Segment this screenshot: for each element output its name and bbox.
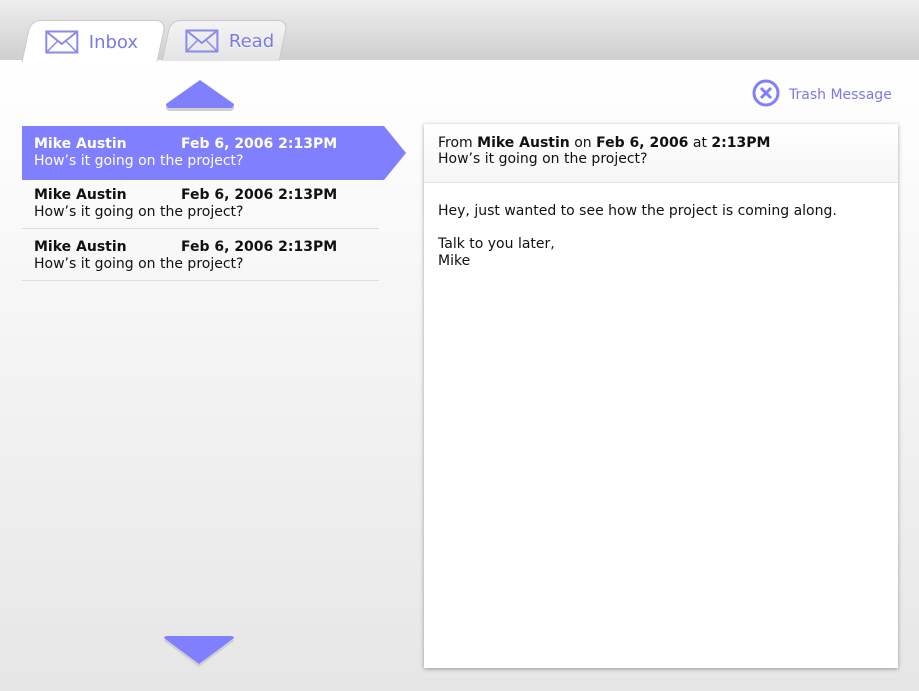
reader-subject: How’s it going on the project? xyxy=(438,151,648,167)
on-word: on xyxy=(574,135,592,151)
body-paragraph: Hey, just wanted to see how the project … xyxy=(438,203,837,219)
message-list-item[interactable]: Mike Austin Feb 6, 2006 2:13PM How’s it g… xyxy=(22,126,406,180)
message-date: Feb 6, 2006 2:13PM xyxy=(181,187,338,203)
reader-date: Feb 6, 2006 xyxy=(596,135,689,151)
trash-message-label: Trash Message xyxy=(789,87,892,103)
message-subject: How’s it going on the project? xyxy=(34,256,244,272)
reader-sender: Mike Austin xyxy=(477,135,570,151)
tab-inbox[interactable]: Inbox xyxy=(21,20,167,62)
body-signature: Mike xyxy=(438,253,471,269)
scroll-down-arrow-icon[interactable] xyxy=(162,634,236,670)
message-subject: How’s it going on the project? xyxy=(34,153,244,169)
message-list: Mike Austin Feb 6, 2006 2:13PM How’s it g… xyxy=(22,126,406,281)
from-prefix: From xyxy=(438,135,473,151)
message-sender: Mike Austin xyxy=(34,187,127,203)
message-list-item[interactable]: Mike Austin Feb 6, 2006 2:13PM How’s it g… xyxy=(22,177,379,229)
tab-read[interactable]: Read xyxy=(161,20,289,61)
message-header: From Mike Austin on Feb 6, 2006 at 2:13P… xyxy=(424,124,898,183)
message-reader-pane: From Mike Austin on Feb 6, 2006 at 2:13P… xyxy=(424,124,898,668)
message-date: Feb 6, 2006 2:13PM xyxy=(181,239,338,255)
trash-message-button[interactable]: Trash Message xyxy=(752,79,892,111)
message-sender: Mike Austin xyxy=(34,136,127,152)
scroll-up-arrow-icon[interactable] xyxy=(164,78,236,112)
message-sender: Mike Austin xyxy=(34,239,127,255)
message-body: Hey, just wanted to see how the project … xyxy=(424,183,898,290)
close-circle-icon xyxy=(752,79,782,111)
envelope-icon xyxy=(185,29,219,53)
envelope-icon xyxy=(45,30,79,54)
message-date: Feb 6, 2006 2:13PM xyxy=(181,136,338,152)
message-subject: How’s it going on the project? xyxy=(34,204,244,220)
tab-inbox-label: Inbox xyxy=(88,31,139,52)
reader-time: 2:13PM xyxy=(711,135,771,151)
at-word: at xyxy=(692,135,707,151)
tab-read-label: Read xyxy=(228,30,275,52)
body-closing: Talk to you later, xyxy=(438,236,555,252)
message-list-item[interactable]: Mike Austin Feb 6, 2006 2:13PM How’s it g… xyxy=(22,229,379,281)
